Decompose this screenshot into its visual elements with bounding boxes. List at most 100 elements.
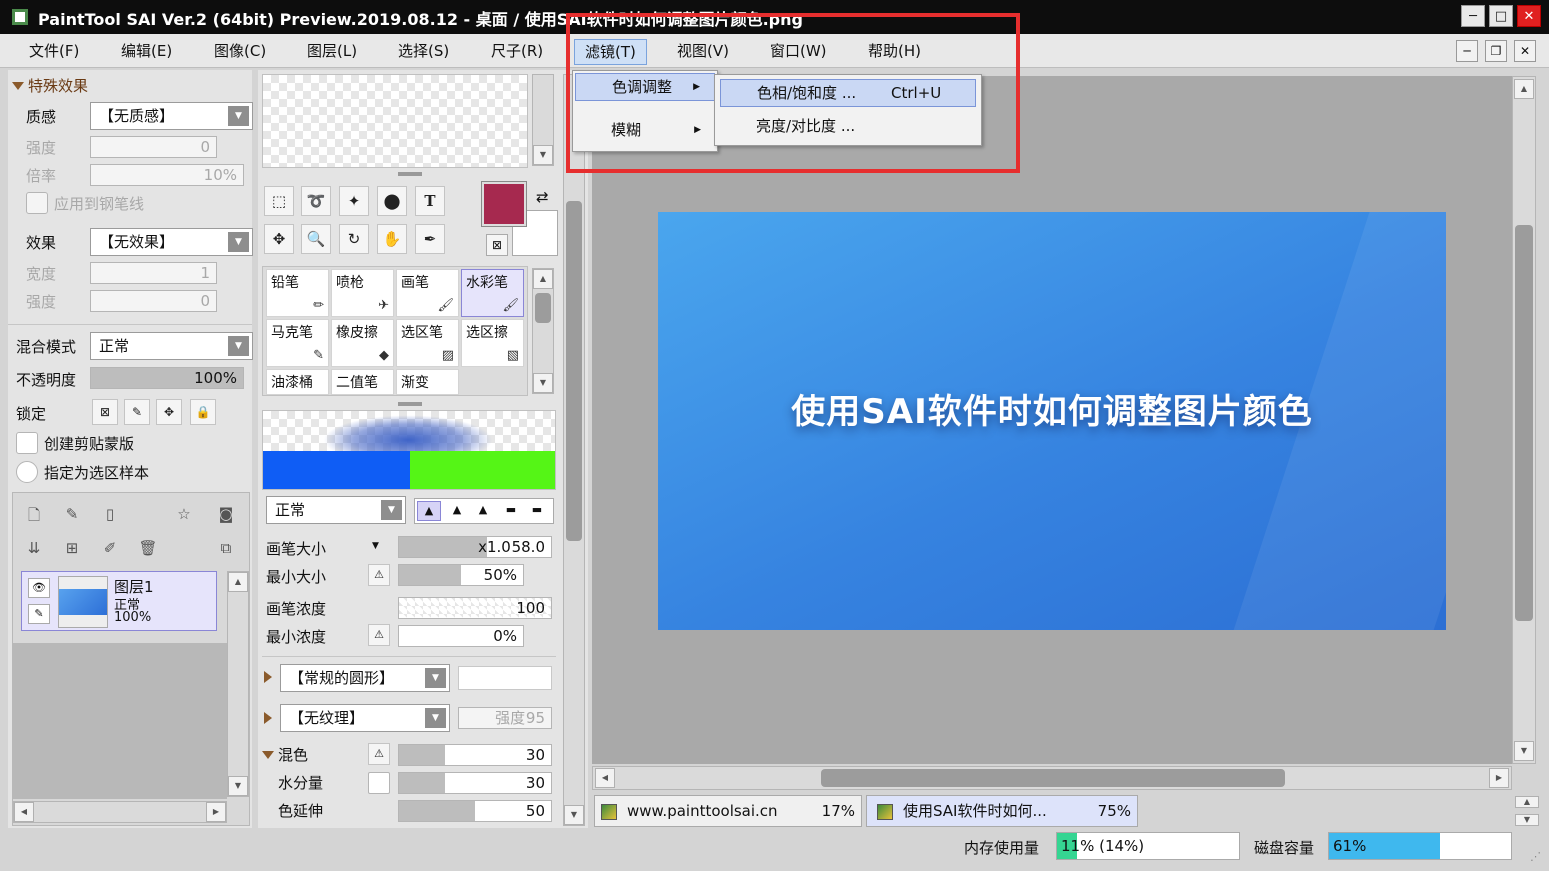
magic-wand-icon[interactable]: ✦ xyxy=(339,186,369,216)
shape-1-icon[interactable]: ▲ xyxy=(417,501,441,521)
scroll-thumb[interactable] xyxy=(535,293,551,323)
panel-grip[interactable] xyxy=(398,402,422,406)
density-slider[interactable]: 100 xyxy=(398,597,552,619)
scroll-down-icon[interactable]: ▼ xyxy=(564,805,584,825)
panel-grip[interactable] xyxy=(398,172,422,176)
extend-slider[interactable]: 50 xyxy=(398,800,552,822)
canvas-hscrollbar[interactable]: ◀ ▶ xyxy=(592,766,1512,790)
doc-tab-1[interactable]: www.painttoolsai.cn 17% xyxy=(594,795,862,827)
brush-select-eraser[interactable]: 选区擦 ▧ xyxy=(461,319,524,367)
tabs-scroll-up-icon[interactable]: ▲ xyxy=(1515,796,1539,808)
scroll-right-icon[interactable]: ▶ xyxy=(1489,768,1509,788)
size-slider[interactable]: x1.0 58.0 xyxy=(398,536,552,558)
lock-paint-icon[interactable]: ✎ xyxy=(124,399,150,425)
scroll-thumb[interactable] xyxy=(821,769,1285,787)
brush-binary-pen[interactable]: 二值笔 xyxy=(331,369,394,395)
scroll-down-icon[interactable]: ▼ xyxy=(533,373,553,393)
expand-icon[interactable] xyxy=(264,712,272,724)
navigator-scrollbar[interactable]: ▼ xyxy=(532,74,554,166)
ratio-field[interactable]: 10% xyxy=(90,164,244,186)
selection-sample-radio[interactable] xyxy=(16,461,38,483)
swap-colors-icon[interactable]: ⇄ xyxy=(536,188,549,206)
texture-strength-field[interactable]: 强度 95 xyxy=(458,707,552,729)
layer-list-scrollbar[interactable]: ▲ ▼ xyxy=(227,571,249,797)
strength2-field[interactable]: 0 xyxy=(90,290,217,312)
shape-param-field[interactable] xyxy=(458,666,552,690)
lock-all-icon[interactable]: 🔒 xyxy=(190,399,216,425)
apply-pen-checkbox[interactable] xyxy=(26,192,48,214)
pressure-size-icon[interactable]: ⚠ xyxy=(368,564,390,586)
doc-minimize-button[interactable]: ─ xyxy=(1456,40,1478,62)
hand-icon[interactable]: ✋ xyxy=(377,224,407,254)
eyedropper-icon[interactable]: ✒ xyxy=(415,224,445,254)
trash-icon[interactable]: 🗑 xyxy=(137,539,159,557)
mask-icon[interactable]: ◙ xyxy=(215,505,237,523)
foreground-color-swatch[interactable] xyxy=(481,181,527,227)
mix-slider[interactable]: 30 xyxy=(398,744,552,766)
layer-row[interactable]: 👁 ✎ 图层1 正常 100% xyxy=(21,571,217,631)
menu-image[interactable]: 图像(C) xyxy=(204,39,276,65)
width-field[interactable]: 1 xyxy=(90,262,217,284)
expand-icon[interactable] xyxy=(264,671,272,683)
brush-grid-scrollbar[interactable]: ▲ ▼ xyxy=(532,268,554,394)
strength-field[interactable]: 0 xyxy=(90,136,217,158)
menu-edit[interactable]: 编辑(E) xyxy=(111,39,182,65)
brush-airbrush[interactable]: 喷枪 ✈ xyxy=(331,269,394,317)
doc-restore-button[interactable]: ❐ xyxy=(1485,40,1507,62)
minimize-button[interactable]: ─ xyxy=(1461,5,1485,27)
scroll-up-icon[interactable]: ▲ xyxy=(1514,79,1534,99)
blend-mode-select[interactable]: 正常 ▼ xyxy=(90,332,253,360)
close-button[interactable]: ✕ xyxy=(1517,5,1541,27)
effect-select[interactable]: 【无效果】 ▼ xyxy=(90,228,253,256)
texture-select[interactable]: 【无质感】 ▼ xyxy=(90,102,253,130)
scroll-right-icon[interactable]: ▶ xyxy=(206,802,226,822)
merge-down-icon[interactable]: ⇊ xyxy=(23,539,45,557)
menu-ruler[interactable]: 尺子(R) xyxy=(481,39,553,65)
scroll-down-icon[interactable]: ▼ xyxy=(228,776,248,796)
scroll-up-icon[interactable]: ▲ xyxy=(228,572,248,592)
brush-pencil[interactable]: 铅笔 ✏ xyxy=(266,269,329,317)
lock-transparency-icon[interactable]: ⊠ xyxy=(92,399,118,425)
brush-gradient[interactable]: 渐变 xyxy=(396,369,459,395)
clip-mask-checkbox[interactable] xyxy=(16,432,38,454)
merge-icon[interactable]: ⊞ xyxy=(61,539,83,557)
new-folder-icon[interactable]: ▯ xyxy=(99,505,121,523)
duplicate-icon[interactable]: ⧉ xyxy=(215,539,237,557)
rect-select-icon[interactable]: ⬚ xyxy=(264,186,294,216)
size-dropdown-icon[interactable]: ▼ xyxy=(372,541,379,551)
brush-eraser[interactable]: 橡皮擦 ◆ xyxy=(331,319,394,367)
pressure-mix-icon[interactable]: ⚠ xyxy=(368,743,390,765)
transparent-color-icon[interactable]: ⊠ xyxy=(486,234,508,256)
new-linework-layer-icon[interactable]: ✎ xyxy=(61,505,83,523)
edit-pen-icon[interactable]: ✎ xyxy=(28,604,50,624)
scroll-up-icon[interactable]: ▲ xyxy=(533,269,553,289)
brush-watercolor[interactable]: 水彩笔 🖌 xyxy=(461,269,524,317)
zoom-icon[interactable]: 🔍 xyxy=(301,224,331,254)
tabs-scroll-down-icon[interactable]: ▼ xyxy=(1515,814,1539,826)
effect-icon[interactable]: ☆ xyxy=(173,505,195,523)
clear-layer-icon[interactable]: ✐ xyxy=(99,539,121,557)
brush-shape-select[interactable]: 【常规的圆形】 ▼ xyxy=(280,664,450,692)
doc-close-button[interactable]: ✕ xyxy=(1514,40,1536,62)
collapse-icon[interactable] xyxy=(262,751,274,759)
scroll-left-icon[interactable]: ◀ xyxy=(14,802,34,822)
brush-mode-select[interactable]: 正常 ▼ xyxy=(266,496,406,524)
min-density-slider[interactable]: 0% xyxy=(398,625,524,647)
menu-select[interactable]: 选择(S) xyxy=(388,39,459,65)
canvas-vscrollbar[interactable]: ▲ ▼ xyxy=(1512,76,1536,764)
maximize-button[interactable]: □ xyxy=(1489,5,1513,27)
doc-tab-2[interactable]: 使用SAI软件时如何... 75% xyxy=(866,795,1138,827)
lasso-icon[interactable]: ➰ xyxy=(301,186,331,216)
selection-pen-icon[interactable]: ⬤ xyxy=(377,186,407,216)
scroll-thumb[interactable] xyxy=(1515,225,1533,621)
resize-grip-icon[interactable]: ⋰ xyxy=(1530,850,1541,863)
collapse-icon[interactable] xyxy=(12,82,24,90)
texture-select-brush[interactable]: 【无纹理】 ▼ xyxy=(280,704,450,732)
shape-3-icon[interactable]: ▲ xyxy=(471,501,495,521)
move-icon[interactable]: ✥ xyxy=(264,224,294,254)
opacity-slider[interactable]: 100% xyxy=(90,367,244,389)
scroll-down-icon[interactable]: ▼ xyxy=(533,145,553,165)
brush-bucket[interactable]: 油漆桶 xyxy=(266,369,329,395)
layer-list-hscrollbar[interactable]: ◀ ▶ xyxy=(13,801,227,823)
pressure-density-icon[interactable]: ⚠ xyxy=(368,624,390,646)
